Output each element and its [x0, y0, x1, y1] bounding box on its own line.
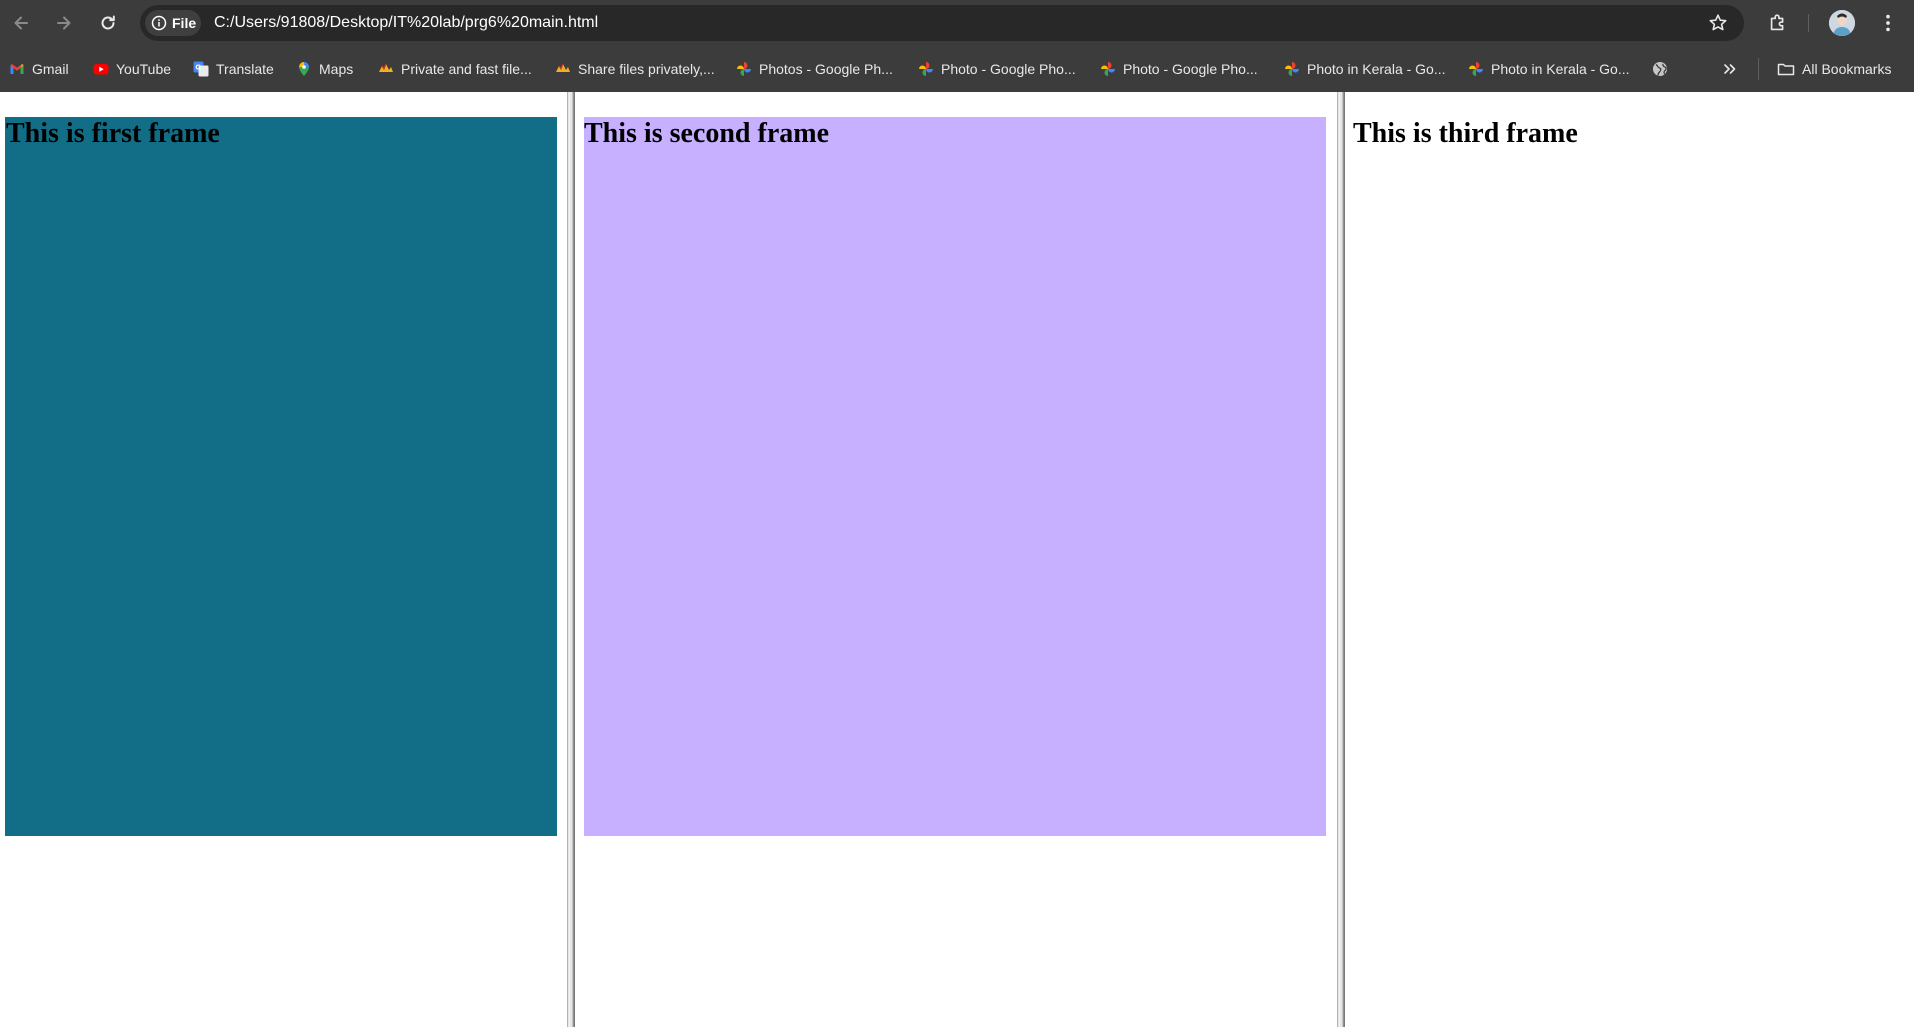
- address-bar[interactable]: File C:/Users/91808/Desktop/IT%20lab/prg…: [140, 5, 1744, 41]
- all-bookmarks-button[interactable]: All Bookmarks: [1777, 58, 1891, 80]
- second-frame-heading: This is second frame: [584, 118, 829, 149]
- browser-toolbar: File C:/Users/91808/Desktop/IT%20lab/prg…: [0, 0, 1914, 46]
- google-photos-icon: [736, 61, 752, 77]
- bookmark-gmail[interactable]: Gmail: [9, 58, 69, 80]
- bookmark-label: Share files privately,...: [578, 61, 715, 77]
- reload-button[interactable]: [92, 7, 124, 39]
- bookmarks-overflow-button[interactable]: [1722, 58, 1745, 80]
- bookmark-label: Photo - Google Pho...: [1123, 61, 1258, 77]
- bookmark-google-photos-1[interactable]: Photos - Google Ph...: [736, 58, 893, 80]
- bookmark-google-photos-2[interactable]: Photo - Google Pho...: [918, 58, 1076, 80]
- bookmark-photo-kerala-1[interactable]: Photo in Kerala - Go...: [1284, 58, 1446, 80]
- gmail-icon: [9, 61, 25, 77]
- arrow-left-icon: [14, 16, 28, 30]
- toolbar-divider: [1808, 14, 1809, 32]
- url-text[interactable]: C:/Users/91808/Desktop/IT%20lab/prg6%20m…: [214, 5, 598, 41]
- bookmark-youtube[interactable]: YouTube: [93, 58, 171, 80]
- scheme-label: File: [172, 15, 197, 31]
- site-info-chip[interactable]: File: [145, 10, 201, 36]
- bookmark-label: Photo in Kerala - Go...: [1491, 61, 1630, 77]
- kebab-menu-icon[interactable]: [1876, 11, 1900, 35]
- back-button[interactable]: [5, 7, 37, 39]
- first-frame-colored-box: [5, 117, 557, 836]
- frame-divider-1[interactable]: [567, 92, 575, 1027]
- star-icon[interactable]: [1708, 13, 1728, 33]
- google-photos-icon: [1284, 61, 1300, 77]
- browser-window: File C:/Users/91808/Desktop/IT%20lab/prg…: [0, 0, 1914, 1027]
- second-frame[interactable]: This is second frame: [575, 92, 1337, 1027]
- bookmark-label: Translate: [216, 61, 274, 77]
- svg-text:G: G: [195, 64, 201, 72]
- globe-icon: [1652, 61, 1668, 77]
- third-frame[interactable]: This is third frame: [1345, 92, 1914, 1027]
- file-share-icon: [555, 61, 571, 77]
- bookmark-label: Maps: [319, 61, 354, 77]
- first-frame-heading: This is first frame: [6, 118, 220, 149]
- google-photos-icon: [918, 61, 934, 77]
- maps-pin-icon: [296, 61, 312, 77]
- bookmark-label: Photo - Google Pho...: [941, 61, 1076, 77]
- bookmark-label: Gmail: [32, 61, 69, 77]
- second-frame-colored-box: [584, 117, 1326, 836]
- file-share-icon: [378, 61, 394, 77]
- bookmarks-divider: [1758, 58, 1759, 80]
- third-frame-heading: This is third frame: [1353, 118, 1578, 149]
- bookmark-label: Private and fast file...: [401, 61, 532, 77]
- bookmark-translate[interactable]: G Translate: [193, 58, 274, 80]
- bookmark-google-photos-3[interactable]: Photo - Google Pho...: [1100, 58, 1258, 80]
- forward-button[interactable]: [48, 7, 80, 39]
- bookmark-globe[interactable]: [1652, 58, 1675, 80]
- bookmark-photo-kerala-2[interactable]: Photo in Kerala - Go...: [1468, 58, 1630, 80]
- bookmark-maps[interactable]: Maps: [296, 58, 353, 80]
- google-photos-icon: [1468, 61, 1484, 77]
- google-photos-icon: [1100, 61, 1116, 77]
- bookmark-label: YouTube: [116, 61, 172, 77]
- bookmark-label: Photo in Kerala - Go...: [1307, 61, 1446, 77]
- info-icon: [151, 15, 167, 31]
- page-content: This is first frame This is second frame…: [0, 92, 1914, 1027]
- first-frame[interactable]: This is first frame: [0, 92, 567, 1027]
- translate-icon: G: [193, 61, 209, 77]
- bookmark-private-fast-file[interactable]: Private and fast file...: [378, 58, 532, 80]
- frame-divider-2[interactable]: [1337, 92, 1345, 1027]
- folder-icon: [1777, 61, 1795, 77]
- puzzle-icon[interactable]: [1766, 11, 1790, 35]
- all-bookmarks-label: All Bookmarks: [1802, 61, 1892, 77]
- bookmark-share-files-privately[interactable]: Share files privately,...: [555, 58, 715, 80]
- youtube-icon: [93, 61, 109, 77]
- bookmark-label: Photos - Google Ph...: [759, 61, 893, 77]
- arrow-right-icon: [57, 16, 71, 30]
- reload-icon: [101, 15, 115, 30]
- avatar[interactable]: [1829, 10, 1855, 36]
- chevron-double-right-icon: [1722, 61, 1738, 77]
